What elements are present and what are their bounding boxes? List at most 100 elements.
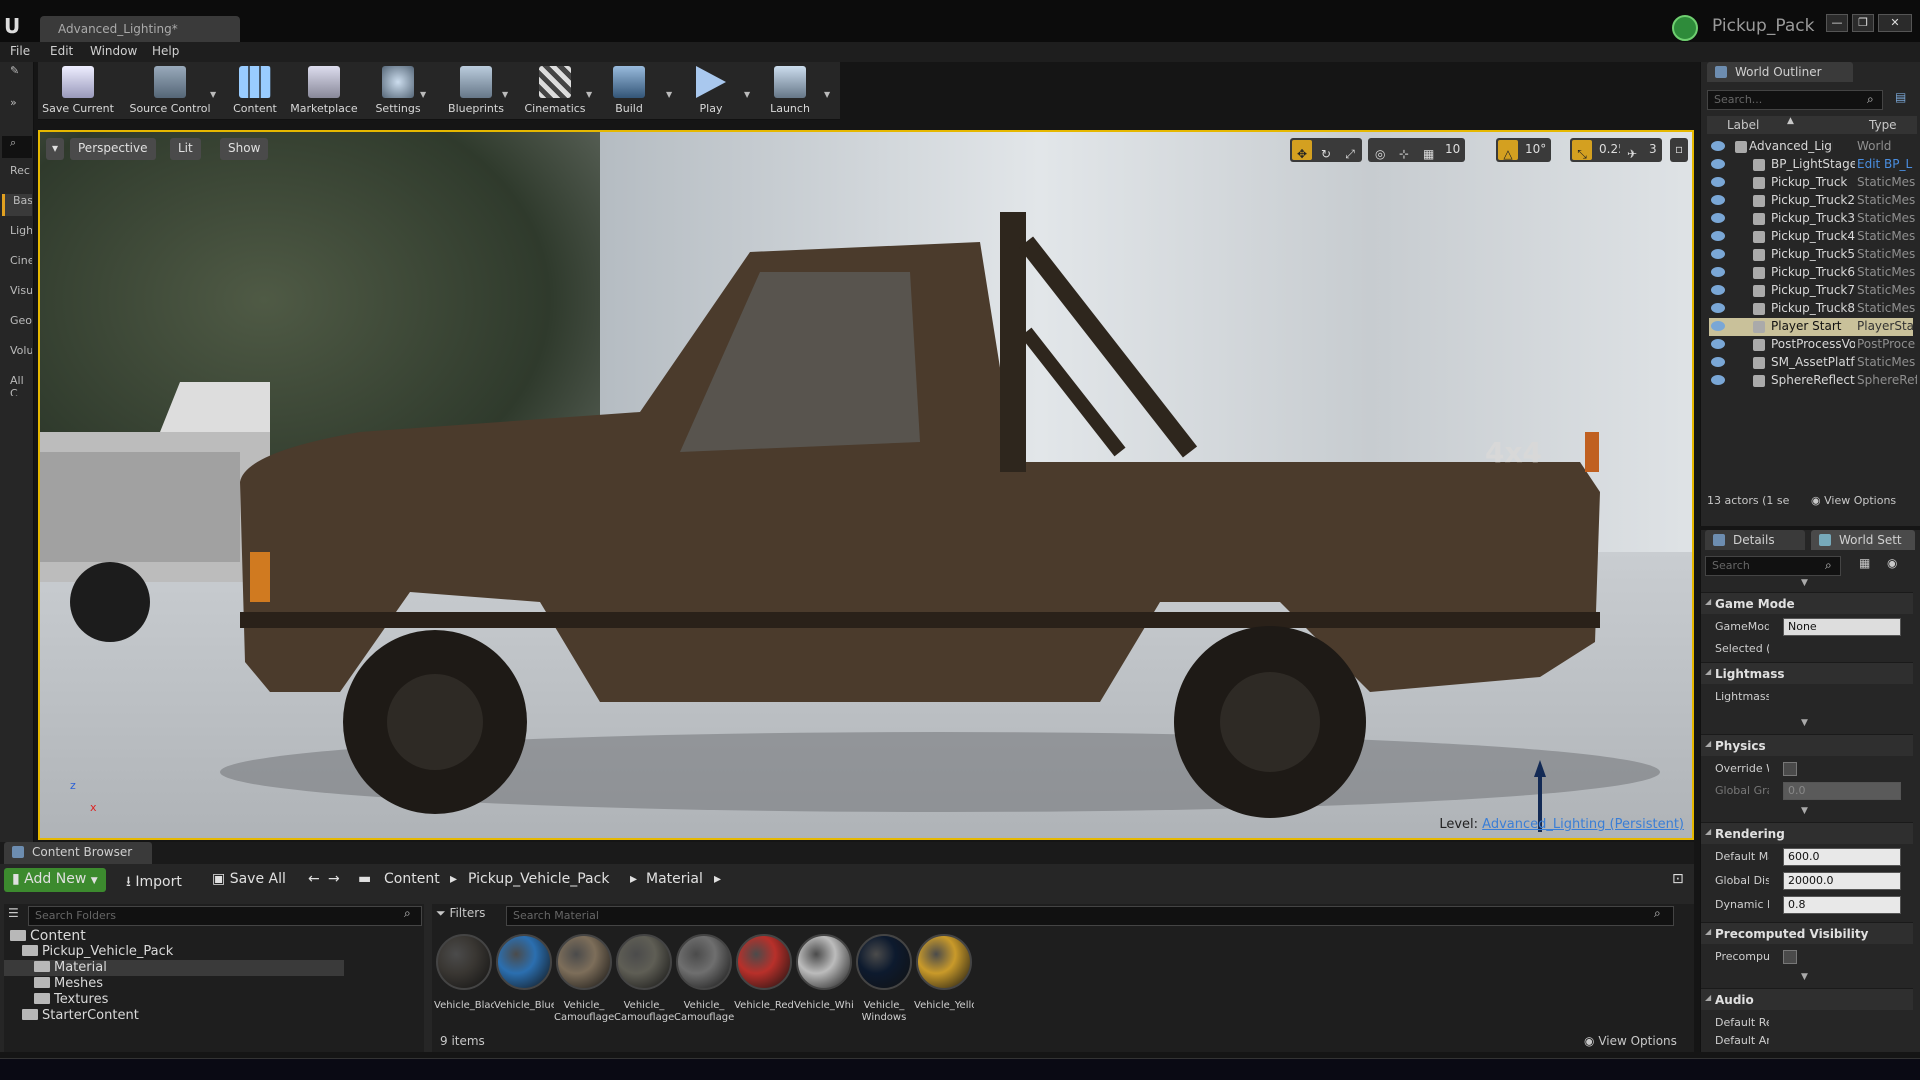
visibility-eye-icon[interactable] [1711, 231, 1725, 241]
global-gravity-field[interactable]: 0.0 [1783, 782, 1901, 800]
outliner-row[interactable]: Pickup_Truck2 StaticMes [1709, 192, 1915, 210]
precompute-checkbox[interactable] [1783, 950, 1797, 964]
viewport-options-button[interactable]: ▾ [46, 138, 65, 160]
category-precomputed-visibility[interactable]: Precomputed Visibility [1701, 922, 1913, 944]
list-icon[interactable]: ☰ [8, 906, 19, 920]
material-asset-tile[interactable]: Vehicle_ Camouflage_ [614, 934, 674, 1024]
material-asset-tile[interactable]: Vehicle_Black [434, 934, 494, 1024]
translate-icon[interactable]: ✥ [1292, 140, 1312, 161]
visibility-eye-icon[interactable] [1711, 267, 1725, 277]
outliner-row[interactable]: Pickup_Truck5 StaticMes [1709, 246, 1915, 264]
material-asset-tile[interactable]: Vehicle_ Camouflage_ [674, 934, 734, 1024]
mode-tab-basic[interactable]: Bas [2, 194, 32, 216]
search-material-input[interactable]: Search Material [506, 906, 1674, 926]
category-rendering[interactable]: Rendering [1701, 822, 1913, 844]
grid-icon[interactable]: ▦ [1418, 140, 1438, 161]
outliner-view-options[interactable]: ◉ View Options [1811, 494, 1896, 507]
scale-snap-icon[interactable]: ⤡ [1572, 140, 1592, 161]
play-button[interactable]: Play [686, 64, 736, 120]
menu-edit[interactable]: Edit [50, 44, 73, 58]
add-folder-icon[interactable]: ▤ [1895, 90, 1906, 104]
minimize-button[interactable]: — [1826, 14, 1848, 32]
override-gravity-checkbox[interactable] [1783, 762, 1797, 776]
outliner-row[interactable]: Advanced_Lightin World [1709, 138, 1913, 156]
eye-icon[interactable]: ◉ [1887, 556, 1897, 570]
content-button[interactable]: Content [226, 64, 284, 120]
chevron-down-icon[interactable]: ▼ [824, 90, 830, 99]
category-audio[interactable]: Audio [1701, 988, 1913, 1010]
show-button[interactable]: Show [220, 138, 269, 160]
save-all-button[interactable]: ▣ Save All [204, 868, 294, 892]
category-lightmass[interactable]: Lightmass [1701, 662, 1913, 684]
chevron-down-icon[interactable]: ▼ [1801, 718, 1808, 728]
visibility-eye-icon[interactable] [1711, 213, 1725, 223]
settings-button[interactable]: Settings [368, 64, 428, 120]
column-type[interactable]: Type [1869, 118, 1897, 132]
visibility-eye-icon[interactable] [1711, 375, 1725, 385]
visibility-eye-icon[interactable] [1711, 357, 1725, 367]
folder-tree-item[interactable]: Pickup_Vehicle_Pack [22, 944, 173, 960]
menu-window[interactable]: Window [90, 44, 137, 58]
folder-tree-item[interactable]: Material [4, 960, 344, 976]
gamemode-select[interactable]: None [1783, 618, 1901, 636]
outliner-search-input[interactable]: Search... [1707, 90, 1883, 110]
tab-world-settings[interactable]: World Sett [1811, 530, 1915, 550]
tab-details[interactable]: Details [1705, 530, 1805, 550]
chevron-down-icon[interactable]: ▼ [1801, 578, 1808, 588]
prop-default-ambient[interactable]: Default Am [1709, 1030, 1913, 1052]
document-tab[interactable]: Advanced_Lighting* [40, 16, 240, 42]
material-asset-tile[interactable]: Vehicle_Yellow [914, 934, 974, 1024]
visibility-eye-icon[interactable] [1711, 141, 1725, 151]
category-game-mode[interactable]: Game Mode [1701, 592, 1913, 614]
tab-content-browser[interactable]: Content Browser [4, 842, 152, 864]
world-icon[interactable]: ◎ [1370, 140, 1390, 161]
filters-button[interactable]: ⏷ Filters [436, 906, 485, 921]
outliner-row[interactable]: Pickup_Truck StaticMes [1709, 174, 1915, 192]
visibility-eye-icon[interactable] [1711, 249, 1725, 259]
material-asset-tile[interactable]: Vehicle_ Windows [854, 934, 914, 1024]
mode-tab-visual[interactable]: Visu [2, 284, 32, 306]
expand-icon[interactable]: » [2, 96, 32, 118]
mode-tab-volumes[interactable]: Volu [2, 344, 32, 366]
column-label[interactable]: Label [1727, 118, 1759, 132]
tab-world-outliner[interactable]: World Outliner [1707, 62, 1853, 82]
grid-snap-value[interactable]: 10 [1440, 138, 1465, 160]
source-control-button[interactable]: Source Control [122, 64, 218, 120]
chevron-down-icon[interactable]: ▼ [666, 90, 672, 99]
folder-tree-item[interactable]: Meshes [34, 976, 103, 992]
breadcrumb-material[interactable]: Material [638, 868, 711, 892]
dynamic-indirect-field[interactable]: 0.8 [1783, 896, 1901, 914]
level-viewport[interactable]: 4x4 ▾ Perspective Lit Show ✥ ↻ ⤢ ◎ ⊹ ▦ 10 △ 10… [38, 130, 1694, 840]
mode-tab-recent[interactable]: Rec [2, 164, 32, 186]
folder-tree-item[interactable]: Content [10, 928, 86, 944]
build-button[interactable]: Build [600, 64, 658, 120]
visibility-eye-icon[interactable] [1711, 321, 1725, 331]
mode-tab-cinematic[interactable]: Cine [2, 254, 32, 276]
maximize-viewport-button[interactable]: ▫ [1670, 138, 1688, 162]
chevron-down-icon[interactable]: ▼ [420, 90, 426, 99]
add-new-button[interactable]: ▮ Add New ▼ [4, 868, 106, 892]
folder-tree-item[interactable]: StarterContent [22, 1008, 139, 1024]
scale-icon[interactable]: ⤢ [1340, 140, 1360, 161]
lock-icon[interactable]: ⊡ [1664, 868, 1692, 892]
search-folders-input[interactable]: Search Folders [28, 906, 422, 926]
lit-button[interactable]: Lit [170, 138, 201, 160]
place-mode-icon[interactable]: ✎ [2, 64, 32, 86]
surface-snap-icon[interactable]: ⊹ [1394, 140, 1414, 161]
chevron-down-icon[interactable]: ▼ [1801, 972, 1808, 982]
breadcrumb-pickup-vehicle-pack[interactable]: Pickup_Vehicle_Pack [460, 868, 617, 892]
search-icon[interactable]: ⌕ [2, 136, 32, 158]
chevron-down-icon[interactable]: ▼ [210, 90, 216, 99]
visibility-eye-icon[interactable] [1711, 285, 1725, 295]
outliner-row[interactable]: Pickup_Truck3 StaticMes [1709, 210, 1915, 228]
outliner-row[interactable]: Pickup_Truck6 StaticMes [1709, 264, 1915, 282]
visibility-eye-icon[interactable] [1711, 303, 1725, 313]
camera-speed-value[interactable]: 3 [1644, 138, 1662, 160]
prop-lightmass[interactable]: Lightmass [1709, 686, 1913, 708]
prop-selected[interactable]: Selected ( [1709, 638, 1913, 660]
mode-tab-all-classes[interactable]: All C [2, 374, 32, 396]
outliner-row[interactable]: BP_LightStage Edit BP_L [1709, 156, 1913, 174]
level-name-link[interactable]: Advanced_Lighting (Persistent) [1482, 817, 1684, 832]
import-button[interactable]: ⭳ Import [118, 868, 190, 892]
save-current-button[interactable]: Save Current [42, 64, 114, 120]
